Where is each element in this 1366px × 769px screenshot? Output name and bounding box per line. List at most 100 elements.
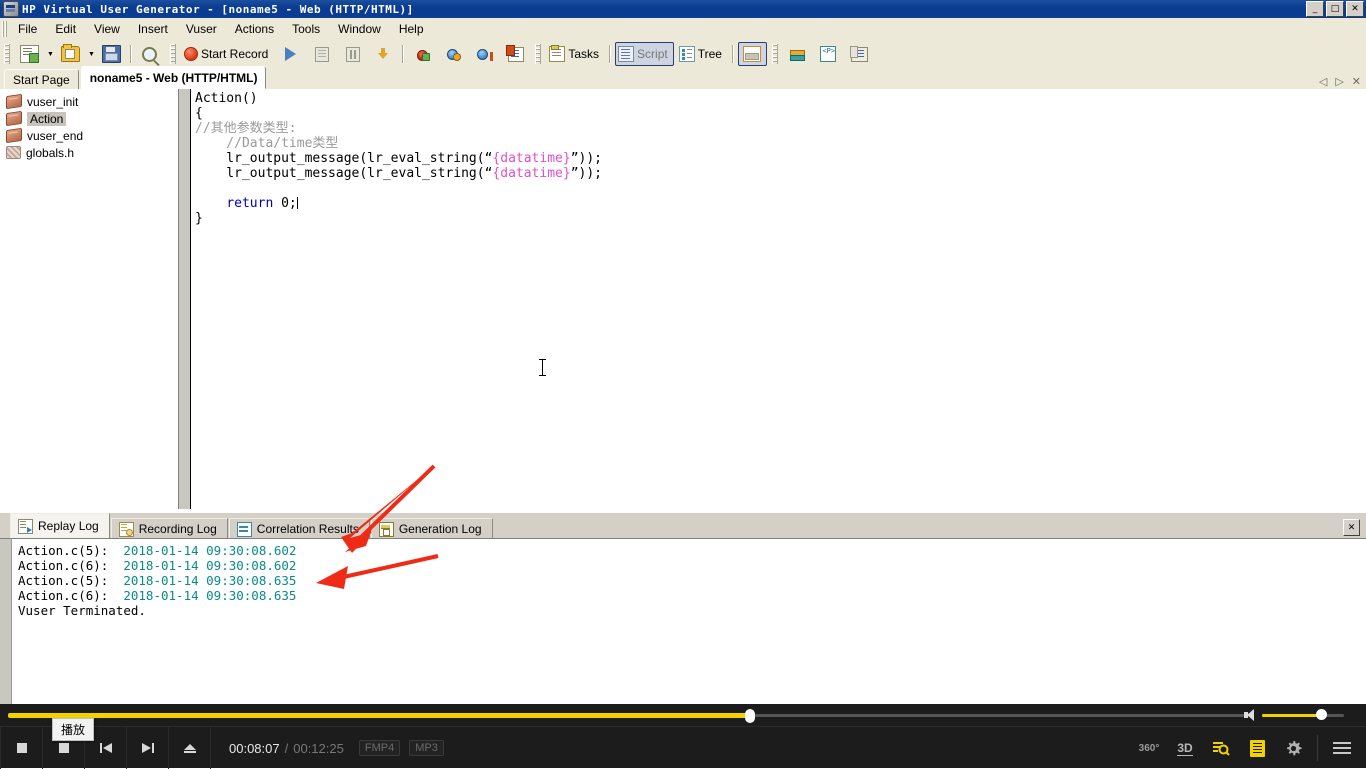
- think-time-button[interactable]: [439, 42, 468, 66]
- new-script-dropdown[interactable]: ▼: [46, 51, 55, 58]
- tree-item-vuser-init[interactable]: vuser_init: [0, 93, 178, 110]
- run-step-button[interactable]: [408, 42, 437, 66]
- menu-item-window[interactable]: Window: [329, 20, 390, 38]
- settings-button[interactable]: [1275, 727, 1311, 769]
- save-button[interactable]: [97, 42, 126, 66]
- tasks-button[interactable]: Tasks: [546, 42, 605, 66]
- tab-noname5[interactable]: noname5 - Web (HTTP/HTML): [80, 66, 267, 89]
- toolbar-grip-4[interactable]: [771, 44, 778, 64]
- new-script-icon: [20, 45, 39, 63]
- 3d-view-button[interactable]: 3D: [1167, 727, 1203, 769]
- runtime-settings-button[interactable]: [501, 42, 530, 66]
- code-token: 0;: [273, 196, 297, 211]
- action-brick-icon: [6, 93, 22, 110]
- script-editor[interactable]: Action(){//其他参数类型: //Data/time类型 lr_outp…: [178, 89, 1366, 509]
- log-tab-generation-log[interactable]: Generation Log: [370, 518, 493, 539]
- tree-item-globals-h[interactable]: globals.h: [0, 144, 178, 161]
- editor-code-area[interactable]: Action(){//其他参数类型: //Data/time类型 lr_outp…: [191, 91, 1366, 509]
- replay-log-output[interactable]: Action.c(5): 2018-01-14 09:30:08.602 Acti…: [0, 538, 1366, 705]
- recording-options-button[interactable]: [783, 42, 812, 66]
- correlation-results-icon: [236, 521, 252, 537]
- start-record-button[interactable]: Start Record: [181, 42, 274, 66]
- log-tab-replay-log[interactable]: Replay Log: [10, 513, 110, 539]
- menu-item-edit[interactable]: Edit: [46, 20, 85, 38]
- log-tab-recording-log[interactable]: Recording Log: [110, 518, 228, 539]
- stop-button: [307, 42, 336, 66]
- find-button[interactable]: [136, 42, 165, 66]
- log-line-timestamp: 2018-01-14 09:30:08.602: [123, 558, 297, 573]
- menu-item-help[interactable]: Help: [390, 20, 433, 38]
- toolbar-grip-3[interactable]: [535, 44, 542, 64]
- download-button[interactable]: [369, 42, 398, 66]
- open-button[interactable]: [56, 42, 85, 66]
- snapshot-button[interactable]: [845, 42, 874, 66]
- tab-start-page[interactable]: Start Page: [4, 69, 79, 89]
- code-token: lr_output_message(lr_eval_string(“: [195, 166, 493, 181]
- new-script-button[interactable]: [15, 42, 44, 66]
- run-logic-button[interactable]: [470, 42, 499, 66]
- speaker-icon[interactable]: [1244, 709, 1258, 721]
- menu-item-vuser[interactable]: Vuser: [177, 20, 226, 38]
- log-line-source: Vuser Terminated.: [18, 603, 146, 618]
- menu-item-actions[interactable]: Actions: [226, 20, 283, 38]
- parameter-list-button[interactable]: [814, 42, 843, 66]
- volume-fill: [1262, 713, 1322, 717]
- current-time: 00:08:07: [229, 740, 280, 756]
- title-bar: HP Virtual User Generator - [noname5 - W…: [0, 0, 1366, 18]
- code-token: ”));: [570, 166, 603, 181]
- zoom-search-icon: [1213, 742, 1230, 756]
- tree-item-action[interactable]: Action: [0, 110, 178, 127]
- volume-handle[interactable]: [1316, 708, 1328, 720]
- toolbar-separator-2: [402, 45, 405, 63]
- 360-view-button[interactable]: 360°: [1131, 727, 1167, 769]
- log-tab-correlation-results[interactable]: Correlation Results: [228, 518, 370, 539]
- play-tooltip: 播放: [52, 718, 95, 741]
- log-text: Action.c(5): 2018-01-14 09:30:08.602 Acti…: [18, 543, 296, 618]
- minimize-button[interactable]: _: [1306, 1, 1324, 17]
- menu-button[interactable]: [1324, 727, 1360, 769]
- log-panel-close-button[interactable]: ✕: [1343, 519, 1360, 536]
- bug-icon: [416, 48, 430, 61]
- tab-nav-next-icon[interactable]: ▷: [1335, 75, 1343, 88]
- tab-nav-prev-icon[interactable]: ◁: [1319, 75, 1327, 88]
- eject-button[interactable]: [169, 727, 211, 769]
- next-track-button[interactable]: [127, 727, 169, 769]
- menu-grip[interactable]: [2, 21, 9, 37]
- action-brick-icon: [6, 127, 22, 144]
- player-controls-row: 00:08:07 / 00:12:25 FMP4 MP3 360° 3D: [0, 726, 1366, 769]
- run-logic-icon: [477, 48, 494, 61]
- menu-item-view[interactable]: View: [85, 20, 129, 38]
- toolbar-grip-1[interactable]: [4, 44, 10, 64]
- split-view-button[interactable]: [737, 42, 767, 66]
- media-player-bar: 00:08:07 / 00:12:25 FMP4 MP3 360° 3D: [0, 704, 1366, 769]
- open-dropdown[interactable]: ▼: [87, 51, 96, 58]
- tree-item-vuser-end[interactable]: vuser_end: [0, 127, 178, 144]
- menu-bar: File Edit View Insert Vuser Actions Tool…: [0, 18, 1366, 41]
- seek-handle[interactable]: [744, 709, 755, 723]
- stop-icon: [314, 46, 329, 62]
- code-token: //其他参数类型:: [195, 121, 297, 136]
- open-folder-icon: [61, 44, 80, 62]
- seek-progress-fill: [8, 713, 750, 718]
- code-line: //其他参数类型:: [195, 121, 1366, 136]
- pause-button: [338, 42, 367, 66]
- script-view-icon: [618, 46, 635, 62]
- tree-item-label: Action: [27, 111, 67, 126]
- notes-button[interactable]: [1239, 727, 1275, 769]
- code-token: ”));: [570, 151, 603, 166]
- volume-track[interactable]: [1262, 708, 1344, 720]
- script-view-button[interactable]: Script: [615, 42, 674, 66]
- run-button[interactable]: [276, 42, 305, 66]
- tab-close-icon[interactable]: ✕: [1352, 75, 1361, 88]
- zoom-search-button[interactable]: [1203, 727, 1239, 769]
- tasks-label: Tasks: [568, 47, 600, 61]
- menu-item-insert[interactable]: Insert: [129, 20, 177, 38]
- menu-item-tools[interactable]: Tools: [283, 20, 329, 38]
- 3d-view-label: 3D: [1177, 740, 1193, 756]
- menu-item-file[interactable]: File: [9, 20, 46, 38]
- maximize-button[interactable]: □: [1326, 1, 1344, 17]
- play-button[interactable]: [0, 727, 43, 769]
- toolbar-grip-2[interactable]: [170, 44, 176, 64]
- close-button[interactable]: ✕: [1346, 1, 1364, 17]
- tree-view-button[interactable]: Tree: [676, 42, 728, 66]
